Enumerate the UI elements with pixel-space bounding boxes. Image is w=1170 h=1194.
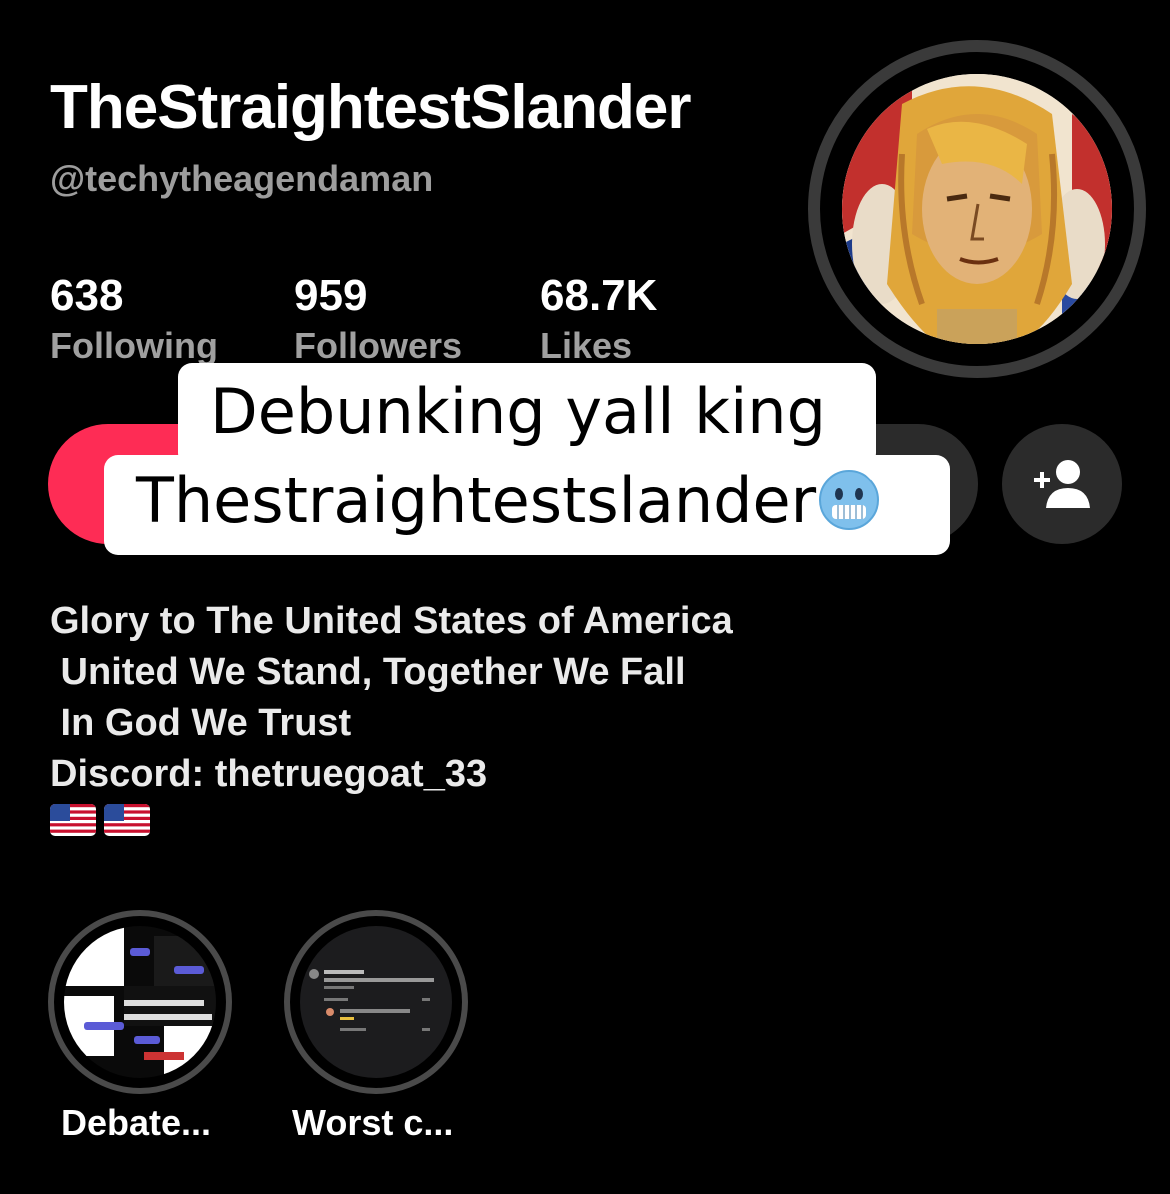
- video-caption-line-1: Debunking yall king: [178, 363, 876, 467]
- followers-label: Followers: [294, 325, 463, 366]
- avatar[interactable]: [842, 74, 1112, 344]
- followers-count: 959: [294, 271, 368, 320]
- following-count: 638: [50, 271, 124, 320]
- add-friend-button[interactable]: [1002, 424, 1122, 544]
- avatar-ring[interactable]: [808, 40, 1146, 378]
- bio-flags: [50, 804, 150, 836]
- highlight-ring: [48, 910, 232, 1094]
- story-highlight-debate[interactable]: Debate...: [48, 910, 232, 1144]
- display-name: TheStraightestSlander: [50, 73, 691, 142]
- caption-text-2: Thestraightestslander: [136, 464, 817, 538]
- likes-label: Likes: [540, 325, 633, 366]
- caption-text-1: Debunking yall king: [210, 375, 826, 448]
- highlight-title: Debate...: [61, 1102, 212, 1143]
- highlight-ring: [284, 910, 468, 1094]
- bio-line: United We Stand, Together We Fall: [50, 651, 686, 693]
- cold-face-emoji-icon: [818, 469, 880, 541]
- us-flag-icon: [104, 804, 150, 836]
- bio-line: In God We Trust: [50, 702, 352, 744]
- us-flag-icon: [50, 804, 96, 836]
- following-label: Following: [50, 325, 218, 366]
- likes-count: 68.7K: [540, 271, 658, 320]
- bio-line: Discord: thetruegoat_33: [50, 753, 488, 795]
- avatar-image: [842, 74, 1112, 344]
- following-stat[interactable]: 638 Following: [50, 270, 218, 368]
- username-handle: @techytheagendaman: [50, 158, 434, 199]
- story-highlight-worst[interactable]: Worst c...: [284, 910, 468, 1144]
- likes-stat: 68.7K Likes: [540, 270, 657, 368]
- highlight-title: Worst c...: [292, 1102, 454, 1143]
- highlight-thumbnail: [64, 926, 216, 1078]
- profile-page: TheStraightestSlander @techytheagendaman…: [0, 0, 1170, 1194]
- highlight-thumbnail: [300, 926, 452, 1078]
- bio: Glory to The United States of America Un…: [50, 596, 733, 800]
- video-caption-line-2: Thestraightestslander: [104, 455, 950, 555]
- followers-stat[interactable]: 959 Followers: [294, 270, 462, 368]
- bio-line: Glory to The United States of America: [50, 600, 733, 642]
- add-friend-icon: [1034, 460, 1090, 508]
